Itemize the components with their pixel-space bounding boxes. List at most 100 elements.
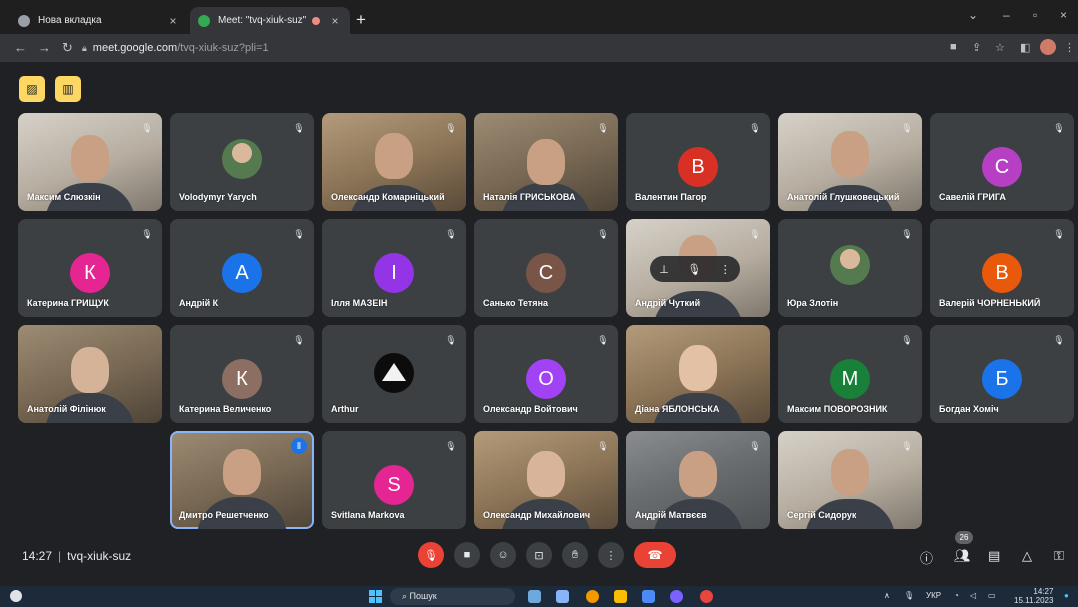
participant-tile[interactable]: 🎙︎ Volodymyr Yarych [170,113,314,211]
pin-icon[interactable]: ⊥ [659,263,669,276]
browser-taskbar-icon[interactable] [700,590,713,603]
notification-bell-icon[interactable]: ● [1064,591,1069,600]
store-icon[interactable] [642,590,655,603]
language-indicator[interactable]: УКР [926,591,941,600]
participant-tile[interactable]: І 🎙︎ Ілля МАЗЕІН [322,219,466,317]
taskbar-search[interactable]: ⌕ Пошук [390,588,515,605]
participant-avatar: В [678,147,718,187]
participant-tile[interactable]: Б 🎙︎ Богдан Хоміч [930,325,1074,423]
taskbar-time: 14:27 [1033,587,1054,596]
mic-off-icon: 🎙︎ [141,228,153,239]
chrome-taskbar-icon[interactable] [586,590,599,603]
participant-tile[interactable]: 🎙︎ Наталія ГРИСЬКОВА [474,113,618,211]
participant-name: Сергій Сидорук [787,510,857,520]
participant-tile[interactable]: ⊥ 🎙︎ ⋮ 🎙︎ Андрій Чуткий [626,219,770,317]
mute-participant-icon[interactable]: 🎙︎ [687,263,701,276]
side-panel-icon[interactable]: ◧ [1020,41,1030,54]
task-view-icon[interactable] [556,590,569,603]
participant-video [527,451,565,497]
widgets-icon[interactable] [528,590,541,603]
close-icon[interactable]: × [166,14,180,28]
viber-icon[interactable] [670,590,683,603]
participant-tile[interactable]: 🎙︎ Анатолій Глушковецький [778,113,922,211]
share-icon[interactable]: ⇪ [972,41,981,54]
participant-tile[interactable]: О 🎙︎ Олександр Войтович [474,325,618,423]
microphone-button[interactable]: 🎙︎ [418,542,444,568]
participant-tile[interactable]: С 🎙︎ Санько Тетяна [474,219,618,317]
camera-button[interactable]: ■ [454,542,480,568]
more-options-button[interactable]: ⋮ [598,542,624,568]
meeting-details-icon[interactable]: ⓘ [920,548,933,567]
participant-tile-speaking[interactable]: ⦀ Дмитро Решетченко [170,431,314,529]
camera-in-use-icon[interactable]: ■ [950,41,957,53]
battery-icon[interactable]: ▭ [988,591,996,600]
tile-hover-controls: ⊥ 🎙︎ ⋮ [650,256,740,282]
leave-call-button[interactable]: ☎︎ [634,542,676,568]
reactions-button[interactable]: ☺ [490,542,516,568]
participant-name: Андрій К [179,298,219,308]
participant-tile[interactable]: В 🎙︎ Валентин Пагор [626,113,770,211]
raise-hand-button[interactable]: ✋︎ [562,542,588,568]
participant-tile[interactable]: К 🎙︎ Катерина ГРИЩУК [18,219,162,317]
participant-tile[interactable]: А 🎙︎ Андрій К [170,219,314,317]
wifi-icon[interactable]: ◔ [954,591,959,600]
address-bar[interactable]: 🔒︎ meet.google.com /tvq-xiuk-suz?pli=1 [82,38,932,58]
participant-tile[interactable]: К 🎙︎ Катерина Величенко [170,325,314,423]
participant-tile[interactable]: Анатолій Філінюк [18,325,162,423]
activities-icon[interactable]: △ [1022,548,1032,564]
participant-video [679,345,717,391]
minimize-button[interactable]: – [1003,8,1010,22]
participant-tile[interactable]: 🎙︎ Arthur [322,325,466,423]
close-icon[interactable]: × [328,14,342,28]
participant-tile[interactable]: 🎙︎ Максим Слюзкін [18,113,162,211]
tab-meet[interactable]: Meet: "tvq-xiuk-suz" × [190,7,350,34]
people-icon[interactable]: 👥︎ [954,548,971,564]
present-button[interactable]: ⊡ [526,542,552,568]
participant-tile[interactable]: Діана ЯБЛОНСЬКА [626,325,770,423]
participant-tile[interactable]: 🎙︎ Олександр Михайлович [474,431,618,529]
mic-off-icon: 🎙︎ [293,334,305,345]
participant-tile[interactable]: 🎙︎ Андрій Матвєєв [626,431,770,529]
window-close-button[interactable]: × [1060,8,1067,22]
profile-avatar[interactable] [1040,39,1056,55]
participant-name: Валентин Пагор [635,192,707,202]
participant-tile[interactable]: В 🎙︎ Валерій ЧОРНЕНЬКИЙ [930,219,1074,317]
forward-button[interactable]: → [38,40,51,55]
lock-icon: 🔒︎ [82,42,87,53]
file-explorer-icon[interactable] [614,590,627,603]
url-host: meet.google.com [92,42,178,54]
more-options-icon[interactable]: ⋮ [720,263,731,276]
mic-off-icon: 🎙︎ [597,228,609,239]
new-tab-button[interactable]: + [356,10,366,30]
tray-chevron-icon[interactable]: ∧ [884,591,890,600]
participant-tile[interactable]: 🎙︎ Сергій Сидорук [778,431,922,529]
participant-tile[interactable]: S 🎙︎ Svitlana Markova [322,431,466,529]
weather-icon[interactable] [10,590,22,602]
tab-new-tab[interactable]: Нова вкладка × [10,7,188,34]
participant-tile[interactable]: 🎙︎ Юра Злотін [778,219,922,317]
tab-search-icon[interactable]: ⌄ [968,8,978,22]
taskbar-clock[interactable]: 14:27 15.11.2023 [1014,587,1053,605]
bookmark-star-icon[interactable]: ☆ [995,41,1005,54]
tray-mic-icon[interactable]: 🎙︎ [904,591,914,600]
maximize-button[interactable]: ▫ [1033,8,1037,22]
participant-name: Максим ПОВОРОЗНИК [787,404,888,414]
camera-off-icon: ▨ [26,82,38,96]
participant-tile[interactable]: С 🎙︎ Савелій ГРИГА [930,113,1074,211]
participant-count-badge: 26 [955,531,973,544]
participant-tile[interactable]: М 🎙︎ Максим ПОВОРОЗНИК [778,325,922,423]
participant-name: Савелій ГРИГА [939,192,1006,202]
participant-tile[interactable]: 🎙︎ Олександр Комарніцький [322,113,466,211]
participant-name: Андрій Матвєєв [635,510,707,520]
start-button[interactable] [369,590,382,603]
chat-icon[interactable]: ▤ [988,548,1000,564]
reload-button[interactable]: ↻ [62,40,73,56]
camera-off-indicator-button[interactable]: ▨ [19,76,45,102]
volume-icon[interactable]: ◁ [970,591,976,600]
end-call-icon: ☎︎ [647,548,663,562]
host-controls-lock-icon[interactable]: ⚿ [1054,548,1064,564]
back-button[interactable]: ← [14,40,27,55]
host-controls-button[interactable]: ▥ [55,76,81,102]
browser-menu-icon[interactable]: ⋮ [1064,41,1075,54]
participant-avatar: О [526,359,566,399]
